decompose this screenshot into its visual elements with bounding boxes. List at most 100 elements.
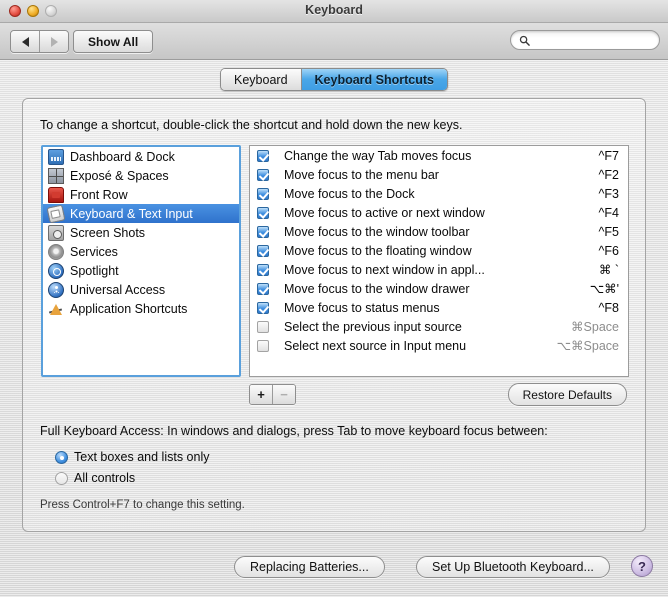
shortcut-name: Move focus to the menu bar (284, 167, 439, 182)
table-row[interactable]: Move focus to the window toolbar ^F5 (250, 222, 628, 241)
table-row[interactable]: Move focus to the Dock ^F3 (250, 184, 628, 203)
help-button[interactable]: ? (631, 555, 653, 577)
shortcut-name: Select next source in Input menu (284, 338, 467, 353)
table-row[interactable]: Change the way Tab moves focus ^F7 (250, 146, 628, 165)
shortcuts-list[interactable]: Change the way Tab moves focus ^F7 Move … (249, 145, 629, 377)
category-list[interactable]: Dashboard & Dock Exposé & Spaces Front R… (41, 145, 241, 377)
table-row[interactable]: Move focus to active or next window ^F4 (250, 203, 628, 222)
sidebar-item-label: Universal Access (70, 282, 166, 297)
universal-access-icon (48, 281, 64, 298)
sidebar-item-label: Dashboard & Dock (70, 149, 175, 164)
instruction-text: To change a shortcut, double-click the s… (40, 118, 463, 132)
sidebar-item-services[interactable]: Services (43, 242, 239, 261)
show-all-button[interactable]: Show All (73, 30, 154, 53)
shortcut-checkbox[interactable] (257, 282, 269, 295)
navigation-buttons (10, 30, 69, 53)
shortcut-keys[interactable]: ^F2 (599, 168, 619, 182)
sidebar-item-screen-shots[interactable]: Screen Shots (43, 223, 239, 242)
radio-all-controls[interactable]: All controls (55, 471, 135, 485)
shortcut-checkbox[interactable] (257, 225, 269, 238)
replacing-batteries-button[interactable]: Replacing Batteries... (234, 556, 385, 578)
radio-button[interactable] (55, 450, 68, 464)
table-row[interactable]: Select next source in Input menu ⌥⌘Space (250, 336, 628, 355)
back-button[interactable] (11, 31, 39, 52)
shortcut-checkbox[interactable] (257, 263, 269, 276)
shortcut-keys[interactable]: ⌘Space (571, 319, 619, 334)
shortcut-name: Move focus to the window drawer (284, 281, 470, 296)
shortcuts-panel: To change a shortcut, double-click the s… (22, 98, 646, 532)
shortcut-keys[interactable]: ⌘ ` (599, 262, 619, 277)
shortcut-checkbox[interactable] (257, 244, 269, 257)
shortcut-checkbox[interactable] (257, 320, 269, 333)
table-row[interactable]: Move focus to the menu bar ^F2 (250, 165, 628, 184)
shortcut-name: Move focus to the floating window (284, 243, 472, 258)
shortcut-keys[interactable]: ⌥⌘' (590, 281, 619, 296)
shortcut-checkbox[interactable] (257, 149, 269, 162)
shortcut-checkbox[interactable] (257, 187, 269, 200)
radio-text-boxes-and-lists-only[interactable]: Text boxes and lists only (55, 450, 210, 464)
radio-button[interactable] (55, 471, 68, 485)
set-up-bluetooth-keyboard-button[interactable]: Set Up Bluetooth Keyboard... (416, 556, 610, 578)
shortcut-name: Move focus to the window toolbar (284, 224, 470, 239)
table-row[interactable]: Move focus to the window drawer ⌥⌘' (250, 279, 628, 298)
screenshot-icon (48, 224, 64, 241)
forward-button (39, 31, 68, 52)
spotlight-icon (48, 262, 64, 279)
sidebar-item-front-row[interactable]: Front Row (43, 185, 239, 204)
expose-icon (48, 167, 64, 184)
tab-bar: Keyboard Keyboard Shortcuts (0, 60, 668, 94)
shortcut-keys[interactable]: ^F7 (599, 149, 619, 163)
sidebar-item-label: Front Row (70, 187, 128, 202)
shortcut-name: Move focus to next window in appl... (284, 262, 485, 277)
sidebar-item-spotlight[interactable]: Spotlight (43, 261, 239, 280)
radio-label: All controls (74, 471, 136, 485)
shortcut-name: Move focus to the Dock (284, 186, 415, 201)
table-row[interactable]: Move focus to status menus ^F8 (250, 298, 628, 317)
radio-label: Text boxes and lists only (74, 450, 210, 464)
shortcut-checkbox[interactable] (257, 168, 269, 181)
sidebar-item-application-shortcuts[interactable]: Application Shortcuts (43, 299, 239, 318)
table-row[interactable]: Move focus to next window in appl... ⌘ ` (250, 260, 628, 279)
preferences-toolbar: Show All (0, 23, 668, 60)
remove-shortcut-button: − (272, 385, 295, 404)
shortcut-name: Change the way Tab moves focus (284, 148, 472, 163)
services-gear-icon (48, 243, 64, 260)
search-input[interactable] (535, 33, 651, 47)
tab-keyboard-shortcuts[interactable]: Keyboard Shortcuts (300, 69, 447, 90)
shortcut-keys[interactable]: ^F6 (599, 244, 619, 258)
add-shortcut-button[interactable]: + (250, 385, 272, 404)
window-title: Keyboard (305, 3, 363, 17)
shortcut-keys[interactable]: ^F3 (599, 187, 619, 201)
table-row[interactable]: Select the previous input source ⌘Space (250, 317, 628, 336)
restore-defaults-button[interactable]: Restore Defaults (507, 383, 627, 406)
search-field[interactable] (510, 30, 660, 50)
shortcut-name: Move focus to status menus (284, 300, 440, 315)
keyboard-preferences-window: Keyboard Show All Keyboard Keyboard Shor… (0, 0, 668, 597)
window-titlebar: Keyboard (0, 0, 668, 23)
shortcut-keys[interactable]: ⌥⌘Space (557, 338, 619, 353)
sidebar-item-label: Application Shortcuts (70, 301, 188, 316)
keyboard-icon (46, 204, 66, 223)
front-row-icon (48, 186, 64, 203)
shortcut-keys[interactable]: ^F4 (599, 206, 619, 220)
sidebar-item-dashboard-dock[interactable]: Dashboard & Dock (43, 147, 239, 166)
shortcut-name: Move focus to active or next window (284, 205, 485, 220)
shortcut-checkbox[interactable] (257, 339, 269, 352)
sidebar-item-label: Screen Shots (70, 225, 146, 240)
shortcut-checkbox[interactable] (257, 206, 269, 219)
shortcut-keys[interactable]: ^F5 (599, 225, 619, 239)
shortcut-checkbox[interactable] (257, 301, 269, 314)
sidebar-item-universal-access[interactable]: Universal Access (43, 280, 239, 299)
table-row[interactable]: Move focus to the floating window ^F6 (250, 241, 628, 260)
search-icon (519, 35, 530, 46)
shortcut-name: Select the previous input source (284, 319, 462, 334)
full-keyboard-access-label: Full Keyboard Access: In windows and dia… (40, 424, 548, 438)
sidebar-item-keyboard-text-input[interactable]: Keyboard & Text Input (43, 204, 239, 223)
sidebar-item-label: Services (70, 244, 118, 259)
shortcut-keys[interactable]: ^F8 (599, 301, 619, 315)
add-remove-buttons: + − (249, 384, 296, 405)
tab-keyboard[interactable]: Keyboard (221, 69, 301, 90)
tab-group: Keyboard Keyboard Shortcuts (220, 68, 448, 91)
sidebar-item-expose-spaces[interactable]: Exposé & Spaces (43, 166, 239, 185)
sidebar-item-label: Spotlight (70, 263, 119, 278)
